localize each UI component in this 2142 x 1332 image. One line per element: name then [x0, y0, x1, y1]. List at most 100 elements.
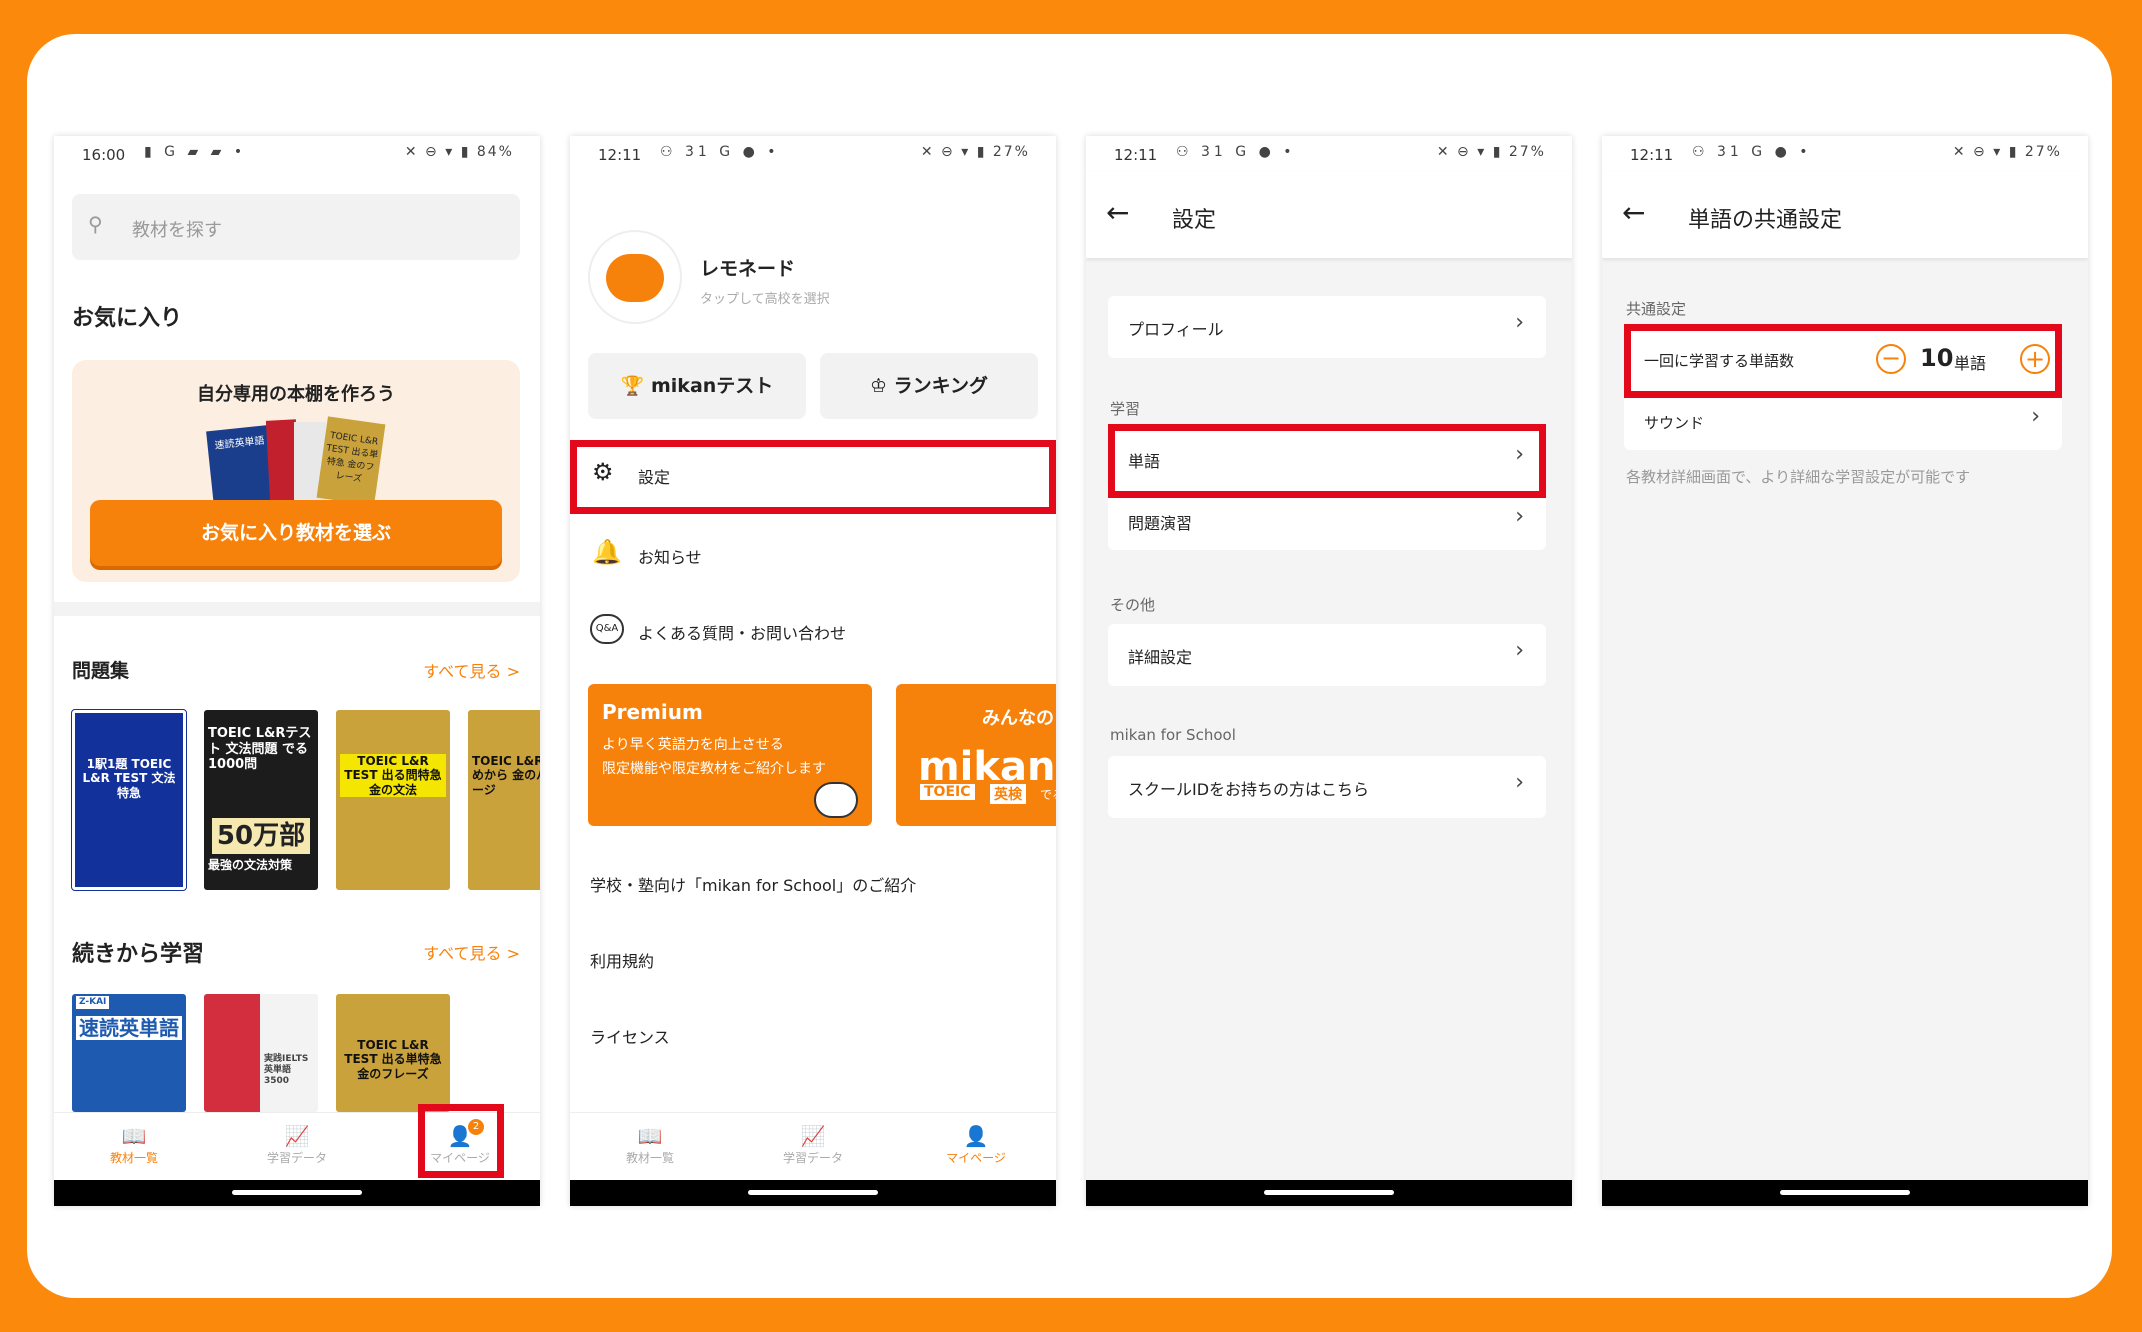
book-cover[interactable]: Z-KAI 速読英単語	[72, 994, 186, 1112]
chart-icon: 📈	[800, 1124, 826, 1148]
status-icons-left: ⚇ 31 G ● •	[660, 144, 780, 160]
select-favorites-button[interactable]: お気に入り教材を選ぶ	[90, 500, 502, 566]
news-menu-item[interactable]: 🔔 お知らせ	[570, 520, 1056, 590]
faq-menu-item[interactable]: Q&A よくある質問・お問い合わせ	[570, 596, 1056, 666]
tab-mypage[interactable]: 👤 マイページ	[916, 1123, 1036, 1166]
see-all-workbooks-link[interactable]: すべて見る >	[423, 658, 520, 682]
app-header: ← 設定	[1086, 172, 1572, 258]
crown-icon: ♔	[869, 375, 887, 397]
avatar[interactable]	[588, 230, 682, 324]
system-nav-bar	[1086, 1180, 1572, 1206]
tab-label: マイページ	[946, 1151, 1006, 1165]
home-indicator[interactable]	[748, 1190, 878, 1195]
tab-label: 学習データ	[782, 1151, 843, 1165]
chevron-right-icon: ›	[1515, 770, 1524, 795]
chevron-right-icon: ›	[1515, 310, 1524, 335]
phone-screen-word-settings: 12:11 ⚇ 31 G ● • ✕ ⊖ ▾ ▮ 27% ← 単語の共通設定 共…	[1602, 136, 2088, 1206]
book-title: 1駅1題 TOEIC L&R TEST 文法特急	[82, 757, 176, 800]
book-cover[interactable]: TOEIC L&R TEST 出る単特急 金のフレーズ	[336, 994, 450, 1112]
tab-books[interactable]: 📖 教材一覧	[74, 1123, 194, 1166]
status-time: 12:11	[598, 146, 642, 164]
mikan-test-button[interactable]: 🏆 mikanテスト	[588, 353, 806, 419]
chevron-right-icon: ›	[1515, 504, 1524, 529]
status-icons-right: ✕ ⊖ ▾ ▮ 27%	[920, 144, 1030, 160]
bottom-tab-bar: 📖 教材一覧 📈 学習データ 👤 マイページ	[570, 1112, 1056, 1180]
book-title: TOEIC L&Rテスト 文法問題 でる1000問	[208, 726, 312, 773]
book-icon: 📖	[121, 1124, 147, 1148]
status-bar: 12:11 ⚇ 31 G ● • ✕ ⊖ ▾ ▮ 27%	[1602, 136, 2088, 172]
campaign-banner[interactable]: みんなの mikan体 TOEIC 英検 でる	[896, 684, 1056, 826]
status-icons-left: ⚇ 31 G ● •	[1692, 144, 1812, 160]
app-header: ← 単語の共通設定	[1602, 172, 2088, 258]
tab-label: 教材一覧	[109, 1151, 158, 1165]
tab-books[interactable]: 📖 教材一覧	[590, 1123, 710, 1166]
license-link[interactable]: ライセンス	[590, 1024, 670, 1048]
status-time: 12:11	[1114, 146, 1158, 164]
status-icons-right: ✕ ⊖ ▾ ▮ 27%	[1952, 144, 2062, 160]
ranking-button[interactable]: ♔ ランキング	[820, 353, 1038, 419]
banner-text: みんなの	[982, 708, 1054, 729]
status-icons-right: ✕ ⊖ ▾ ▮ 84%	[404, 144, 514, 160]
home-indicator[interactable]	[1264, 1190, 1394, 1195]
book-cover[interactable]: TOEIC L&Rテスト 文法問題 でる1000問 50万部 最強の文法対策	[204, 710, 318, 890]
sound-row-label[interactable]: サウンド	[1644, 412, 1704, 433]
school-id-row[interactable]: スクールIDをお持ちの方はこちら ›	[1108, 756, 1546, 818]
trophy-icon: 🏆	[620, 375, 645, 397]
chart-icon: 📈	[284, 1124, 310, 1148]
page-title: 設定	[1172, 208, 1217, 233]
book-title: TOEIC L&R TEST 出る単特急 金のフレーズ	[344, 1038, 442, 1081]
row-label: プロフィール	[1128, 320, 1224, 339]
book-cover[interactable]: TOEIC L&R はじめから 金のパッケージ	[468, 710, 540, 890]
qa-icon: Q&A	[590, 614, 624, 644]
system-nav-bar	[570, 1180, 1056, 1206]
settings-background	[1086, 258, 1572, 1180]
section-label-common: 共通設定	[1626, 300, 1687, 318]
chevron-right-icon: ›	[1515, 638, 1524, 663]
detail-settings-row[interactable]: 詳細設定 ›	[1108, 624, 1546, 686]
menu-label: お知らせ	[638, 548, 702, 567]
user-name[interactable]: レモネード	[700, 254, 795, 281]
book-cover[interactable]: 実践IELTS 英単語3500	[204, 994, 318, 1112]
school-intro-link[interactable]: 学校・塾向け「mikan for School」のご紹介	[590, 872, 916, 896]
premium-banner[interactable]: Premium より早く英語力を向上させる 限定機能や限定教材をご紹介します	[588, 684, 872, 826]
book-spine	[204, 994, 260, 1112]
publisher-logo: Z-KAI	[76, 996, 110, 1009]
book-cover[interactable]: TOEIC L&R TEST 出る問特急 金の文法	[336, 710, 450, 890]
status-bar: 12:11 ⚇ 31 G ● • ✕ ⊖ ▾ ▮ 27%	[1086, 136, 1572, 172]
book-title: TOEIC L&R はじめから 金のパッケージ	[472, 754, 540, 797]
workbooks-heading: 問題集	[72, 660, 130, 682]
profile-row[interactable]: プロフィール ›	[1108, 296, 1546, 358]
banner-text: 限定機能や限定教材をご紹介します	[602, 761, 826, 777]
status-time: 16:00	[82, 146, 126, 164]
tab-label: 教材一覧	[625, 1151, 674, 1165]
book-cover[interactable]: 1駅1題 TOEIC L&R TEST 文法特急	[71, 709, 187, 891]
back-arrow-icon[interactable]: ←	[1622, 196, 1645, 229]
phone-screen-home: 16:00 ▮ G ▰ ▰ • ✕ ⊖ ▾ ▮ 84% ⚲ 教材を探す お気に入…	[54, 136, 540, 1206]
book-subtitle: 最強の文法対策	[208, 858, 293, 872]
back-arrow-icon[interactable]: ←	[1106, 196, 1129, 229]
see-all-continue-link[interactable]: すべて見る >	[423, 940, 520, 964]
banner-title: Premium	[602, 700, 703, 724]
system-nav-bar	[1602, 1180, 2088, 1206]
page-title: 単語の共通設定	[1688, 208, 1843, 233]
status-bar: 12:11 ⚇ 31 G ● • ✕ ⊖ ▾ ▮ 27%	[570, 136, 1056, 172]
practice-row-label[interactable]: 問題演習	[1128, 510, 1192, 534]
tab-stats[interactable]: 📈 学習データ	[753, 1123, 873, 1166]
continue-heading: 続きから学習	[72, 942, 205, 967]
row-label: 詳細設定	[1128, 648, 1193, 667]
highlight-box	[418, 1104, 504, 1178]
search-input[interactable]: ⚲ 教材を探す	[72, 194, 520, 260]
home-indicator[interactable]	[1780, 1190, 1910, 1195]
search-icon: ⚲	[88, 212, 103, 236]
bell-icon: 🔔	[592, 538, 622, 566]
tab-stats[interactable]: 📈 学習データ	[237, 1123, 357, 1166]
book-title: TOEIC L&R TEST 出る問特急 金の文法	[340, 754, 446, 798]
section-label-study: 学習	[1110, 400, 1141, 418]
user-school-hint[interactable]: タップして高校を選択	[700, 288, 830, 307]
status-icons-left: ⚇ 31 G ● •	[1176, 144, 1296, 160]
mascot-icon	[814, 782, 858, 818]
terms-link[interactable]: 利用規約	[590, 948, 654, 972]
home-indicator[interactable]	[232, 1190, 362, 1195]
settings-note: 各教材詳細画面で、より詳細な学習設定が可能です	[1626, 468, 1971, 486]
section-label-other: その他	[1110, 596, 1156, 614]
